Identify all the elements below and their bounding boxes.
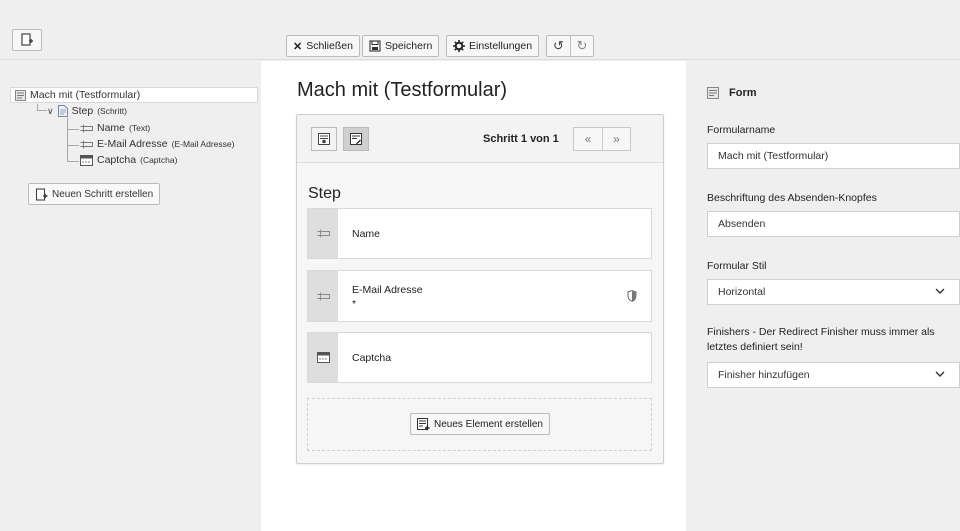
form-element-captcha[interactable]: Captcha	[307, 332, 652, 383]
tree-root-label: Mach mit (Testformular)	[30, 89, 141, 101]
form-element-name[interactable]: Name	[307, 208, 652, 259]
close-icon: ✕	[293, 40, 303, 53]
step-counter: Schritt 1 von 1	[483, 133, 559, 145]
tree-item-label: Name	[97, 122, 126, 134]
tree-step-type: (Schritt)	[97, 106, 127, 116]
form-tree-pane: Mach mit (Testformular) ∨ Step (Schritt)…	[0, 61, 260, 531]
shield-icon	[627, 290, 637, 302]
text-field-icon	[80, 124, 93, 132]
form-style-select[interactable]: Horizontal	[707, 279, 960, 305]
settings-button[interactable]: Einstellungen	[446, 35, 540, 57]
redo-button[interactable]: ↻	[570, 36, 593, 56]
tree-item-type: (E-Mail Adresse)	[171, 139, 235, 149]
step-title: Step	[308, 185, 341, 202]
history-controls: ↺ ↻	[546, 35, 594, 57]
new-element-icon	[417, 417, 430, 430]
element-grip[interactable]	[308, 333, 338, 382]
element-label: E-Mail Adresse	[352, 284, 423, 296]
page-icon	[57, 105, 68, 117]
tree-item-label: Captcha	[97, 154, 137, 166]
tree-item-type: (Text)	[129, 123, 151, 133]
chevron-down-icon	[935, 288, 945, 294]
new-element-button[interactable]: Neues Element erstellen	[410, 413, 550, 435]
text-field-icon	[80, 140, 93, 148]
element-grip[interactable]	[308, 271, 338, 321]
preview-icon	[318, 133, 330, 145]
next-step-button[interactable]: »	[602, 128, 630, 150]
text-field-icon	[317, 292, 330, 300]
finishers-value: Finisher hinzufügen	[718, 369, 810, 381]
text-field-icon	[317, 229, 330, 238]
element-label: Name	[352, 228, 381, 240]
new-form-button[interactable]	[12, 29, 42, 51]
element-label: Captcha	[352, 352, 392, 364]
captcha-icon	[80, 154, 93, 166]
new-element-label: Neues Element erstellen	[434, 418, 543, 430]
form-name-input[interactable]: Mach mit (Testformular)	[707, 143, 960, 169]
tree-connector	[67, 145, 79, 146]
close-button[interactable]: ✕ Schließen	[286, 35, 360, 57]
step-pager: « »	[573, 127, 631, 151]
undo-icon: ↺	[553, 38, 564, 53]
settings-button-label: Einstellungen	[469, 40, 533, 52]
element-drop-zone: Neues Element erstellen	[307, 398, 652, 451]
required-marker: *	[352, 298, 357, 310]
inspector-title: Form	[729, 87, 757, 99]
finishers-select[interactable]: Finisher hinzufügen	[707, 362, 960, 388]
tree-step-label: Step	[71, 105, 94, 117]
abstract-mode-button[interactable]	[343, 127, 369, 151]
element-grip[interactable]	[308, 209, 338, 258]
toolbar: ✕ Schließen Speichern Einstellungen ↺ ↻	[0, 0, 960, 60]
finishers-label: Finishers - Der Redirect Finisher muss i…	[707, 326, 935, 353]
redo-icon: ↻	[576, 38, 588, 53]
new-step-label: Neuen Schritt erstellen	[52, 188, 154, 200]
save-button-label: Speichern	[385, 40, 433, 52]
form-style-value: Horizontal	[718, 286, 766, 298]
tree-item-captcha[interactable]: Captcha (Captcha)	[80, 154, 177, 166]
form-name-label: Formularname	[707, 124, 776, 136]
step-card: Schritt 1 von 1 « » Step Name E-Mail Adr…	[296, 114, 664, 464]
inspector-pane: Form Formularname Mach mit (Testformular…	[687, 61, 960, 531]
form-name-value: Mach mit (Testformular)	[718, 150, 829, 162]
gear-icon	[453, 40, 465, 52]
tree-connector	[67, 129, 79, 130]
form-element-email[interactable]: E-Mail Adresse *	[307, 270, 652, 322]
inspector-header: Form	[707, 87, 757, 99]
submit-label-input[interactable]: Absenden	[707, 211, 960, 237]
chevron-down-icon	[935, 371, 945, 377]
form-icon	[707, 87, 719, 99]
undo-button[interactable]: ↺	[547, 36, 570, 56]
tree-item-step[interactable]: ∨ Step (Schritt)	[47, 105, 127, 117]
tree-connector	[37, 104, 47, 111]
tree-item-type: (Captcha)	[140, 155, 178, 165]
step-card-header: Schritt 1 von 1 « »	[297, 115, 663, 163]
new-form-icon	[21, 33, 33, 46]
tree-connector	[67, 118, 68, 162]
page-title: Mach mit (Testformular)	[297, 79, 508, 101]
submit-label-value: Absenden	[718, 218, 766, 230]
preview-mode-button[interactable]	[311, 127, 337, 151]
captcha-icon	[316, 352, 330, 363]
new-page-icon	[35, 187, 48, 201]
tree-item-form[interactable]: Mach mit (Testformular)	[10, 87, 258, 103]
tree-item-name[interactable]: Name (Text)	[80, 122, 150, 134]
prev-step-button[interactable]: «	[574, 128, 602, 150]
new-step-button[interactable]: Neuen Schritt erstellen	[28, 183, 161, 205]
tree-item-label: E-Mail Adresse	[97, 138, 168, 150]
edit-form-icon	[350, 133, 362, 145]
form-icon	[15, 89, 26, 101]
form-stage: Mach mit (Testformular) Schritt 1 von 1 …	[261, 61, 686, 531]
form-style-label: Formular Stil	[707, 260, 767, 272]
close-button-label: Schließen	[306, 40, 353, 52]
save-icon	[369, 40, 381, 52]
tree-item-email[interactable]: E-Mail Adresse (E-Mail Adresse)	[80, 138, 234, 150]
submit-label-label: Beschriftung des Absenden-Knopfes	[707, 192, 877, 204]
chevron-down-icon: ∨	[47, 105, 54, 116]
tree-connector	[67, 161, 79, 162]
save-button[interactable]: Speichern	[362, 35, 440, 57]
